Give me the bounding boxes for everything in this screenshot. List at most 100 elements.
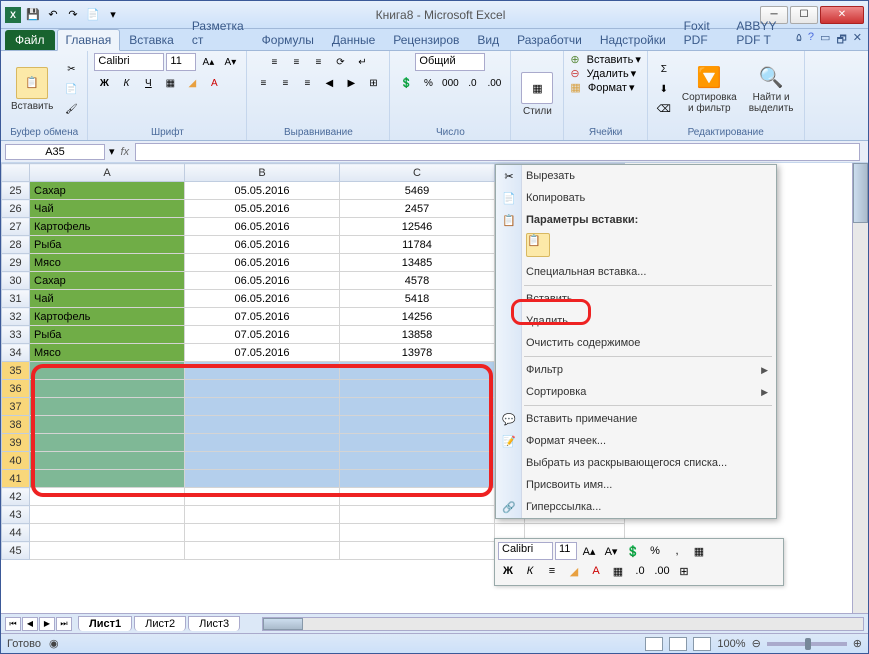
row-header-38[interactable]: 38 — [2, 416, 30, 434]
cell[interactable] — [340, 452, 495, 470]
comma-icon[interactable]: 000 — [440, 74, 460, 92]
cell[interactable] — [340, 524, 495, 542]
file-tab[interactable]: Файл — [5, 30, 55, 50]
tab-рецензиров[interactable]: Рецензиров — [384, 29, 468, 50]
cell[interactable] — [30, 434, 185, 452]
cell[interactable]: Чай — [30, 290, 185, 308]
row-header-40[interactable]: 40 — [2, 452, 30, 470]
cell[interactable] — [340, 380, 495, 398]
find-select-button[interactable]: 🔍 Найти и выделить — [745, 63, 798, 116]
ctx-format-cells[interactable]: 📝Формат ячеек... — [496, 430, 776, 452]
select-all-corner[interactable] — [2, 164, 30, 182]
cell[interactable] — [185, 542, 340, 560]
cell[interactable] — [340, 506, 495, 524]
row-header-44[interactable]: 44 — [2, 524, 30, 542]
sheet-tab-Лист1[interactable]: Лист1 — [78, 616, 132, 631]
row-header-33[interactable]: 33 — [2, 326, 30, 344]
align-top-icon[interactable]: ≡ — [264, 53, 284, 71]
orientation-icon[interactable]: ⟳ — [330, 53, 350, 71]
cell[interactable]: Рыба — [30, 326, 185, 344]
styles-button[interactable]: ▦ Стили — [517, 70, 557, 119]
tab-abbyy pdf t[interactable]: ABBYY PDF T — [727, 15, 796, 50]
cell[interactable] — [185, 488, 340, 506]
row-header-39[interactable]: 39 — [2, 434, 30, 452]
font-size-select[interactable]: 11 — [166, 53, 196, 71]
tab-надстройки[interactable]: Надстройки — [591, 29, 675, 50]
ctx-hyperlink[interactable]: 🔗Гиперссылка... — [496, 496, 776, 518]
row-header-43[interactable]: 43 — [2, 506, 30, 524]
paste-button[interactable]: 📋 Вставить — [7, 65, 57, 114]
align-bottom-icon[interactable]: ≡ — [308, 53, 328, 71]
mt-currency-icon[interactable]: 💲 — [623, 542, 643, 560]
increase-indent-icon[interactable]: ▶ — [341, 74, 361, 92]
cell[interactable] — [340, 542, 495, 560]
paste-option-icon[interactable]: 📋 — [526, 233, 550, 257]
mt-italic[interactable]: К — [520, 562, 540, 580]
cell[interactable] — [185, 434, 340, 452]
help-icon[interactable]: ? — [808, 31, 814, 50]
ctx-special-paste[interactable]: Специальная вставка... — [496, 261, 776, 283]
tab-foxit pdf[interactable]: Foxit PDF — [675, 15, 728, 50]
copy-icon[interactable]: 📄 — [61, 80, 81, 98]
save-icon[interactable]: 💾 — [25, 7, 41, 23]
cell[interactable] — [185, 506, 340, 524]
cell[interactable]: 2457 — [340, 200, 495, 218]
ctx-copy[interactable]: 📄Копировать — [496, 187, 776, 209]
cell[interactable]: 5469 — [340, 182, 495, 200]
sheet-nav-next-icon[interactable]: ▶ — [39, 617, 55, 631]
cell[interactable]: Сахар — [30, 182, 185, 200]
mt-font-color-icon[interactable]: A — [586, 562, 606, 580]
row-header-41[interactable]: 41 — [2, 470, 30, 488]
mt-comma-icon[interactable]: , — [667, 542, 687, 560]
redo-icon[interactable]: ↷ — [65, 7, 81, 23]
zoom-out-icon[interactable]: ⊖ — [752, 637, 761, 650]
cell[interactable]: Сахар — [30, 272, 185, 290]
col-header-C[interactable]: C — [340, 164, 495, 182]
tab-главная[interactable]: Главная — [57, 29, 121, 51]
cell[interactable] — [185, 452, 340, 470]
cell[interactable]: 05.05.2016 — [185, 200, 340, 218]
mt-percent-icon[interactable]: % — [645, 542, 665, 560]
ctx-insert[interactable]: Вставить... — [496, 288, 776, 310]
insert-cells-button[interactable]: ⊕ Вставить ▾ — [570, 53, 640, 66]
tab-разметка ст[interactable]: Разметка ст — [183, 15, 253, 50]
cell[interactable]: Чай — [30, 200, 185, 218]
underline-button[interactable]: Ч — [138, 74, 158, 92]
minimize-ribbon-icon[interactable]: ۵ — [796, 31, 802, 50]
mt-fill-color-icon[interactable]: ◢ — [564, 562, 584, 580]
cell[interactable] — [340, 398, 495, 416]
row-header-45[interactable]: 45 — [2, 542, 30, 560]
cell[interactable] — [185, 416, 340, 434]
increase-decimal-icon[interactable]: .0 — [462, 74, 482, 92]
cell[interactable] — [30, 362, 185, 380]
font-color-icon[interactable]: A — [204, 74, 224, 92]
mt-align-icon[interactable]: ≡ — [542, 562, 562, 580]
cell[interactable]: 5418 — [340, 290, 495, 308]
undo-icon[interactable]: ↶ — [45, 7, 61, 23]
cell[interactable] — [185, 380, 340, 398]
cell[interactable]: 05.05.2016 — [185, 182, 340, 200]
normal-view-icon[interactable] — [645, 637, 663, 651]
format-cells-button[interactable]: ▦ Формат ▾ — [570, 81, 634, 94]
currency-icon[interactable]: 💲 — [396, 74, 416, 92]
vertical-scrollbar[interactable] — [852, 163, 868, 613]
sheet-tab-Лист3[interactable]: Лист3 — [188, 616, 240, 631]
row-header-25[interactable]: 25 — [2, 182, 30, 200]
align-middle-icon[interactable]: ≡ — [286, 53, 306, 71]
cell[interactable] — [30, 488, 185, 506]
fill-color-icon[interactable]: ◢ — [182, 74, 202, 92]
row-header-36[interactable]: 36 — [2, 380, 30, 398]
decrease-font-icon[interactable]: A▾ — [220, 53, 240, 71]
ribbon-close-icon[interactable]: ✕ — [853, 31, 862, 50]
cell[interactable]: Картофель — [30, 308, 185, 326]
mt-decrease-font-icon[interactable]: A▾ — [601, 542, 621, 560]
mt-bold[interactable]: Ж — [498, 562, 518, 580]
mt-dec-decimal-icon[interactable]: .00 — [652, 562, 672, 580]
cell[interactable]: 06.05.2016 — [185, 218, 340, 236]
sort-filter-button[interactable]: 🔽 Сортировка и фильтр — [678, 63, 741, 116]
format-painter-icon[interactable]: 🖌 — [61, 100, 81, 118]
horizontal-scrollbar[interactable] — [262, 617, 864, 631]
cell[interactable] — [185, 470, 340, 488]
cell[interactable] — [340, 470, 495, 488]
cell[interactable]: 06.05.2016 — [185, 254, 340, 272]
